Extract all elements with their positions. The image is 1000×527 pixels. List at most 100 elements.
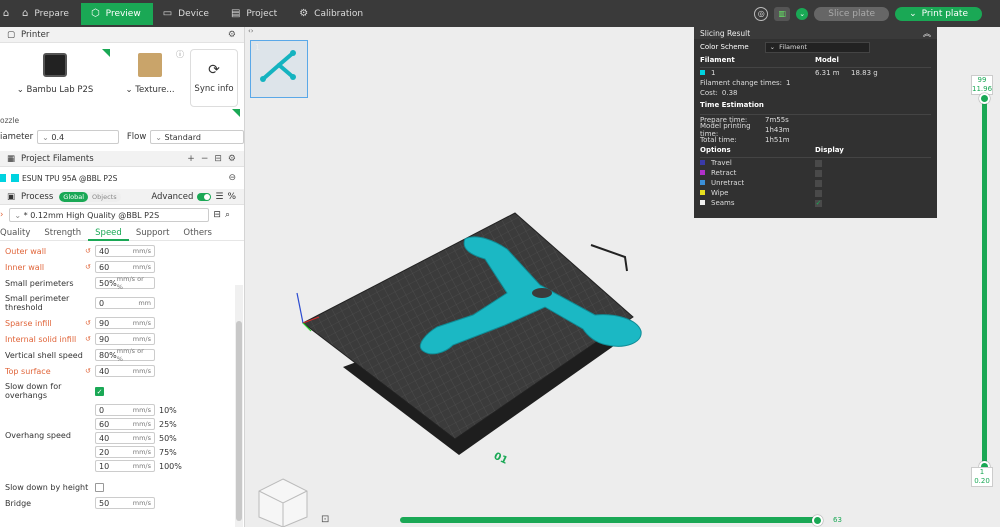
flow-label: Flow bbox=[126, 132, 147, 142]
move-slider[interactable]: 63 bbox=[400, 515, 842, 526]
overhang-row: 20 mm/s 75% bbox=[95, 445, 182, 459]
tab-device[interactable]: ▭ Device bbox=[153, 3, 221, 25]
slow-down-height-checkbox[interactable] bbox=[95, 482, 104, 492]
printer-section-header: ▢ Printer ⚙ bbox=[0, 27, 244, 43]
sync-filament-icon[interactable]: ⊟ bbox=[214, 154, 222, 164]
slice-dropdown-button[interactable]: ⌄ bbox=[796, 7, 809, 20]
slice-plate-button[interactable]: Slice plate bbox=[814, 6, 890, 21]
objects-option[interactable]: Objects bbox=[88, 192, 121, 202]
tab-others[interactable]: Others bbox=[176, 225, 219, 241]
move-slider-handle[interactable] bbox=[812, 515, 823, 526]
process-tabs: Quality Strength Speed Support Others bbox=[0, 225, 244, 241]
fit-view-icon[interactable]: ⊡ bbox=[321, 514, 329, 525]
layer-slider-track[interactable] bbox=[982, 97, 987, 469]
tab-calibration[interactable]: ⚙ Calibration bbox=[289, 3, 375, 25]
settings-icon[interactable]: ⚙ bbox=[228, 154, 236, 164]
preset-row: › ⌄ * 0.12mm High Quality @BBL P2S ⊟ ⌕ bbox=[0, 205, 244, 225]
bridge-input[interactable]: 50 mm/s bbox=[95, 497, 155, 509]
chevron-down-icon: ⌄ bbox=[14, 210, 24, 220]
scope-toggle[interactable]: Global Objects bbox=[59, 191, 121, 202]
flow-select[interactable]: ⌄ Standard bbox=[150, 130, 244, 144]
printer-icon: ▢ bbox=[7, 29, 16, 40]
remove-icon[interactable]: − bbox=[201, 154, 209, 164]
reset-icon[interactable]: ↺ bbox=[85, 319, 95, 327]
param-slow-down-height: Slow down by height bbox=[0, 479, 244, 495]
nozzle-corner-marker bbox=[232, 109, 240, 117]
diameter-select[interactable]: ⌄ 0.4 bbox=[37, 130, 119, 144]
search-icon[interactable]: ⌕ bbox=[225, 210, 230, 220]
tab-preview[interactable]: ⬡ Preview bbox=[80, 2, 153, 25]
sparse-infill-input[interactable]: 90 mm/s bbox=[95, 317, 155, 329]
reset-icon[interactable]: ↺ bbox=[85, 367, 95, 375]
move-slider-track[interactable] bbox=[400, 517, 820, 523]
tab-strength[interactable]: Strength bbox=[37, 225, 88, 241]
advanced-label: Advanced bbox=[151, 191, 194, 202]
info-icon[interactable]: ⓘ bbox=[176, 49, 184, 60]
printer-card[interactable]: ⌄ Bambu Lab P2S bbox=[0, 49, 110, 113]
filament-settings-icon[interactable]: ⊖ bbox=[228, 173, 236, 183]
sidebar: ▢ Printer ⚙ ⌄ Bambu Lab P2S ⌄ Texture...… bbox=[0, 27, 245, 527]
slow-down-overhangs-checkbox[interactable]: ✓ bbox=[95, 386, 104, 396]
seams-checkbox[interactable]: ✓ bbox=[815, 199, 822, 207]
tab-speed[interactable]: Speed bbox=[88, 225, 129, 241]
layer-slider[interactable]: 99 11.96 1 0.20 bbox=[971, 75, 993, 487]
travel-checkbox[interactable] bbox=[815, 159, 822, 167]
scrollbar-thumb[interactable] bbox=[236, 321, 242, 521]
compare-icon[interactable]: ☰ bbox=[215, 192, 223, 202]
global-option[interactable]: Global bbox=[59, 191, 89, 202]
add-icon[interactable]: + bbox=[187, 154, 195, 164]
printer-image bbox=[43, 53, 67, 77]
tab-prepare[interactable]: ⌂ Prepare bbox=[12, 3, 81, 25]
color-scheme-select[interactable]: ⌄ Filament bbox=[764, 41, 870, 53]
reset-icon[interactable]: ↺ bbox=[85, 335, 95, 343]
plate-number: 01 bbox=[492, 451, 509, 467]
sync-info-button[interactable]: ⟳ Sync info bbox=[190, 49, 238, 107]
internal-solid-infill-input[interactable]: 90 mm/s bbox=[95, 333, 155, 345]
bottom-layer-label: 1 0.20 bbox=[971, 467, 993, 487]
tab-quality[interactable]: Quality bbox=[0, 225, 37, 241]
param-internal-solid-infill: Internal solid infill ↺ 90 mm/s bbox=[0, 331, 244, 347]
reset-icon[interactable]: ↺ bbox=[85, 263, 95, 271]
overhang-row: 40 mm/s 50% bbox=[95, 431, 182, 445]
outer-wall-input[interactable]: 40 mm/s bbox=[95, 245, 155, 257]
diameter-label: iameter bbox=[0, 132, 34, 142]
param-top-surface: Top surface ↺ 40 mm/s bbox=[0, 363, 244, 379]
collapse-icon[interactable]: ︽ bbox=[923, 28, 937, 39]
filament-swatch[interactable] bbox=[11, 174, 19, 182]
unretract-checkbox[interactable] bbox=[815, 179, 822, 187]
nozzle-row: iameter ⌄ 0.4 Flow ⌄ Standard bbox=[0, 127, 244, 147]
view-cube[interactable] bbox=[253, 477, 313, 527]
reset-icon[interactable]: ↺ bbox=[85, 247, 95, 255]
wipe-checkbox[interactable] bbox=[815, 189, 822, 197]
tab-project[interactable]: ▤ Project bbox=[221, 3, 289, 25]
inner-wall-input[interactable]: 60 mm/s bbox=[95, 261, 155, 273]
nozzle-label: ozzle bbox=[0, 116, 20, 125]
split-view-icon[interactable]: ▥ bbox=[774, 6, 791, 21]
settings-icon[interactable]: ⚙ bbox=[228, 30, 236, 40]
vertical-shell-speed-input[interactable]: 80% mm/s or % bbox=[95, 347, 155, 363]
chevron-down-icon: ⌄ bbox=[16, 85, 27, 95]
target-icon[interactable]: ◎ bbox=[754, 6, 769, 21]
top-surface-input[interactable]: 40 mm/s bbox=[95, 365, 155, 377]
overhang-row: 60 mm/s 25% bbox=[95, 417, 182, 431]
tab-support[interactable]: Support bbox=[129, 225, 177, 241]
plate-card[interactable]: ⌄ Texture... ⓘ bbox=[110, 49, 190, 113]
menu-icon[interactable]: ⌂ bbox=[0, 0, 12, 27]
sync-icon: ⟳ bbox=[208, 62, 220, 78]
small-perimeters-input[interactable]: 50% mm/s or % bbox=[95, 275, 155, 291]
modified-marker: › bbox=[0, 210, 4, 220]
move-slider-value: 63 bbox=[833, 516, 842, 524]
chevron-down-icon: ⌄ bbox=[155, 132, 165, 142]
small-perimeter-threshold-input[interactable]: 0 mm bbox=[95, 297, 155, 309]
option-retract: Retract bbox=[694, 168, 937, 178]
sidebar-scrollbar[interactable] bbox=[235, 285, 243, 527]
percent-icon[interactable]: % bbox=[227, 192, 236, 202]
print-plate-button[interactable]: ⌄ Print plate bbox=[895, 6, 982, 21]
preset-select[interactable]: ⌄ * 0.12mm High Quality @BBL P2S bbox=[9, 208, 210, 222]
advanced-toggle[interactable] bbox=[197, 192, 212, 201]
save-preset-icon[interactable]: ⊟ bbox=[213, 210, 221, 220]
3d-viewport[interactable]: ‹› 1 01 Slicing Result ︽ Color Scheme ⌄ … bbox=[245, 27, 1000, 527]
top-layer-handle[interactable] bbox=[979, 93, 990, 104]
filament-item[interactable]: ESUN TPU 95A @BBL P2S ⊖ bbox=[0, 167, 244, 189]
retract-checkbox[interactable] bbox=[815, 169, 822, 177]
